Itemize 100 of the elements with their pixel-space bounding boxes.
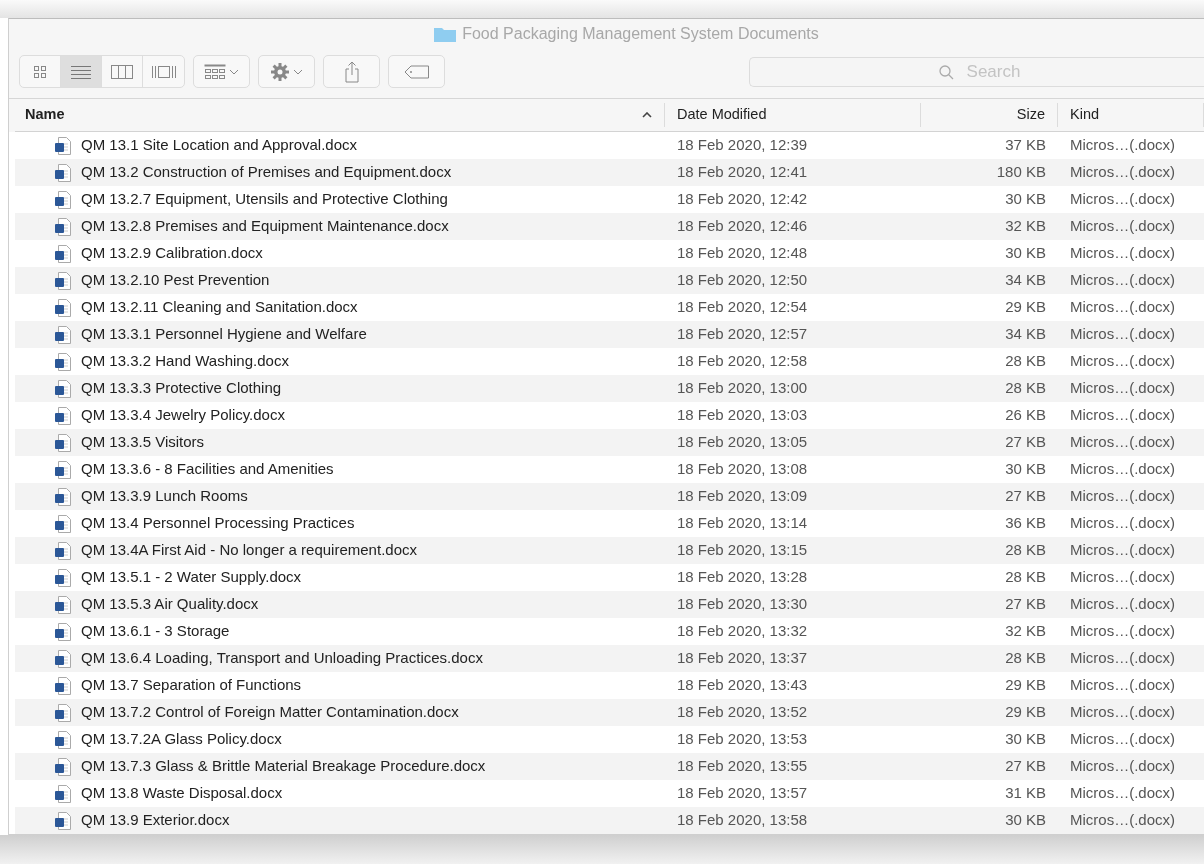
document-icon xyxy=(55,271,71,290)
file-name[interactable]: QM 13.4 Personnel Processing Practices xyxy=(81,512,355,535)
size-cell-text: 28 KB xyxy=(1004,540,1047,561)
file-name[interactable]: QM 13.5.1 - 2 Water Supply.docx xyxy=(81,566,302,589)
document-icon xyxy=(55,352,71,371)
document-icon xyxy=(55,136,71,155)
file-name[interactable]: QM 13.3.3 Protective Clothing xyxy=(81,377,282,400)
group-button[interactable] xyxy=(193,55,250,88)
list-icon xyxy=(71,64,91,79)
document-icon xyxy=(55,568,71,587)
kind-cell-text: Micros…(.docx) xyxy=(1069,540,1176,561)
column-header[interactable]: Name xyxy=(25,104,65,126)
date-cell-text: 18 Feb 2020, 13:52 xyxy=(676,702,809,723)
file-name[interactable]: QM 13.3.5 Visitors xyxy=(81,431,205,454)
file-name[interactable]: QM 13.2 Construction of Premises and Equipment.docx xyxy=(81,161,452,184)
size-cell-text: 27 KB xyxy=(1004,594,1047,615)
file-name[interactable]: QM 13.2.11 Cleaning and Sanitation.docx xyxy=(81,296,358,319)
kind-cell-text: Micros…(.docx) xyxy=(1069,459,1176,480)
file-name[interactable]: QM 13.2.10 Pest Prevention xyxy=(81,269,270,292)
date-cell-text: 18 Feb 2020, 13:09 xyxy=(676,486,809,507)
file-name[interactable]: QM 13.1 Site Location and Approval.docx xyxy=(81,134,357,157)
date-cell-text: 18 Feb 2020, 13:28 xyxy=(676,567,809,588)
size-cell-text: 29 KB xyxy=(1004,702,1047,723)
kind-cell-text: Micros…(.docx) xyxy=(1069,486,1176,507)
kind-cell-text: Micros…(.docx) xyxy=(1069,567,1176,588)
document-icon xyxy=(55,217,71,236)
kind-cell-text: Micros…(.docx) xyxy=(1069,351,1176,372)
size-cell-text: 37 KB xyxy=(1004,135,1047,156)
file-name[interactable]: QM 13.3.1 Personnel Hygiene and Welfare xyxy=(81,323,367,346)
kind-cell-text: Micros…(.docx) xyxy=(1069,270,1176,291)
size-cell-text: 29 KB xyxy=(1004,297,1047,318)
size-cell-text: 27 KB xyxy=(1004,486,1047,507)
kind-cell-text: Micros…(.docx) xyxy=(1069,756,1176,777)
date-cell-text: 18 Feb 2020, 13:05 xyxy=(676,432,809,453)
chevron-icon xyxy=(293,68,303,75)
document-icon xyxy=(55,298,71,317)
kind-cell-text: Micros…(.docx) xyxy=(1069,729,1176,750)
document-icon xyxy=(55,541,71,560)
column-header[interactable]: Kind xyxy=(1070,104,1100,126)
file-name[interactable]: QM 13.3.2 Hand Washing.docx xyxy=(81,350,289,373)
date-cell-text: 18 Feb 2020, 13:08 xyxy=(676,459,809,480)
file-name[interactable]: QM 13.7 Separation of Functions xyxy=(81,674,302,697)
file-name[interactable]: QM 13.7.3 Glass & Brittle Material Breakage Procedure.docx xyxy=(81,755,486,778)
kind-cell-text: Micros…(.docx) xyxy=(1069,702,1176,723)
size-cell-text: 30 KB xyxy=(1004,459,1047,480)
size-cell-text: 36 KB xyxy=(1004,513,1047,534)
size-cell-text: 28 KB xyxy=(1004,648,1047,669)
kind-cell-text: Micros…(.docx) xyxy=(1069,675,1176,696)
document-icon xyxy=(55,190,71,209)
size-cell-text: 27 KB xyxy=(1004,756,1047,777)
document-icon xyxy=(55,433,71,452)
date-cell-text: 18 Feb 2020, 12:41 xyxy=(676,162,809,183)
document-icon xyxy=(55,622,71,641)
document-icon xyxy=(55,460,71,479)
size-cell-text: 180 KB xyxy=(995,162,1047,183)
column-header[interactable]: Size xyxy=(1016,104,1045,126)
size-cell-text: 28 KB xyxy=(1004,351,1047,372)
size-cell-text: 30 KB xyxy=(1004,243,1047,264)
column-header[interactable]: Date Modified xyxy=(677,104,767,126)
kind-cell-text: Micros…(.docx) xyxy=(1069,594,1176,615)
file-name[interactable]: QM 13.2.7 Equipment, Utensils and Protective Clothing xyxy=(81,188,448,211)
size-cell-text: 27 KB xyxy=(1004,432,1047,453)
document-icon xyxy=(55,325,71,344)
kind-cell-text: Micros…(.docx) xyxy=(1069,189,1176,210)
date-cell-text: 18 Feb 2020, 12:57 xyxy=(676,324,809,345)
file-name[interactable]: QM 13.6.4 Loading, Transport and Unloading Practices.docx xyxy=(81,647,483,670)
list-view-button[interactable] xyxy=(61,56,102,87)
document-icon xyxy=(55,703,71,722)
size-cell-text: 30 KB xyxy=(1004,729,1047,750)
tag-button[interactable] xyxy=(388,55,445,88)
date-cell-text: 18 Feb 2020, 13:15 xyxy=(676,540,809,561)
file-name[interactable]: QM 13.6.1 - 3 Storage xyxy=(81,620,230,643)
kind-cell-text: Micros…(.docx) xyxy=(1069,324,1176,345)
file-name[interactable]: QM 13.8 Waste Disposal.docx xyxy=(81,782,283,805)
view-mode-control[interactable] xyxy=(19,55,185,88)
size-cell-text: 26 KB xyxy=(1004,405,1047,426)
file-name[interactable]: QM 13.5.3 Air Quality.docx xyxy=(81,593,259,616)
file-name[interactable]: QM 13.4A First Aid - No longer a requirement.docx xyxy=(81,539,417,562)
date-cell-text: 18 Feb 2020, 13:58 xyxy=(676,810,809,831)
date-cell-text: 18 Feb 2020, 12:42 xyxy=(676,189,809,210)
size-cell-text: 32 KB xyxy=(1004,216,1047,237)
file-name[interactable]: QM 13.2.8 Premises and Equipment Maintenance.docx xyxy=(81,215,449,238)
date-cell-text: 18 Feb 2020, 13:43 xyxy=(676,675,809,696)
file-name[interactable]: QM 13.7.2A Glass Policy.docx xyxy=(81,728,282,751)
document-icon xyxy=(55,676,71,695)
settings-button[interactable] xyxy=(258,55,315,88)
document-icon xyxy=(55,757,71,776)
share-button[interactable] xyxy=(323,55,380,88)
file-name[interactable]: QM 13.2.9 Calibration.docx xyxy=(81,242,263,265)
date-cell-text: 18 Feb 2020, 12:39 xyxy=(676,135,809,156)
file-name[interactable]: QM 13.3.4 Jewelry Policy.docx xyxy=(81,404,285,427)
file-name[interactable]: QM 13.9 Exterior.docx xyxy=(81,809,230,832)
file-name[interactable]: QM 13.3.9 Lunch Rooms xyxy=(81,485,248,508)
date-cell-text: 18 Feb 2020, 13:00 xyxy=(676,378,809,399)
kind-cell-text: Micros…(.docx) xyxy=(1069,405,1176,426)
grid-icon xyxy=(204,63,226,80)
file-name[interactable]: QM 13.3.6 - 8 Facilities and Amenities xyxy=(81,458,334,481)
tag-icon xyxy=(403,64,430,79)
document-icon xyxy=(55,379,71,398)
file-name[interactable]: QM 13.7.2 Control of Foreign Matter Contamination.docx xyxy=(81,701,459,724)
